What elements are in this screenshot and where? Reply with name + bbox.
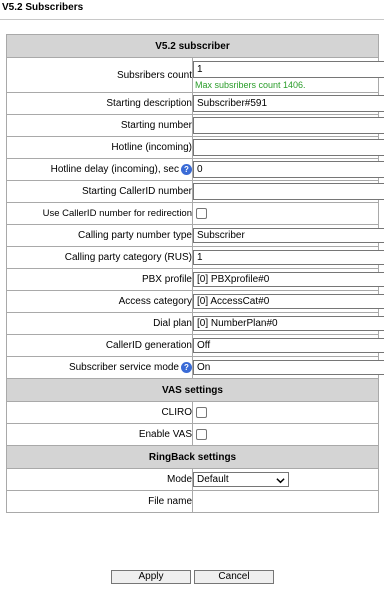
starting-number-input[interactable] — [193, 117, 384, 134]
subscribers-count-label: Subsribers count — [6, 57, 193, 93]
ringback-mode-value: Default — [197, 474, 229, 485]
enable-vas-checkbox[interactable] — [196, 428, 207, 440]
dial-plan-select[interactable]: [0] NumberPlan#0 — [193, 316, 384, 331]
subscriber-service-mode-label: Subscriber service mode — [68, 362, 179, 374]
file-name-value — [192, 490, 379, 513]
subscriber-service-mode-select[interactable]: On — [193, 360, 384, 375]
cancel-button[interactable]: Cancel — [194, 570, 274, 584]
use-callerid-redirection-checkbox[interactable] — [196, 207, 207, 219]
callerid-generation-value: Off — [197, 340, 211, 351]
page-title: V5.2 Subscribers — [2, 2, 84, 13]
settings-table: V5.2 subscriber Subsribers count Max sub… — [6, 34, 384, 513]
starting-description-input[interactable] — [193, 95, 384, 112]
callerid-generation-label: CallerID generation — [6, 334, 193, 357]
form-actions: Apply Cancel — [111, 570, 274, 584]
hotline-label: Hotline (incoming) — [6, 136, 193, 159]
section-header-ringback-settings: RingBack settings — [6, 445, 379, 469]
hotline-delay-label: Hotline delay (incoming), sec — [50, 164, 179, 176]
pbx-profile-select[interactable]: [0] PBXprofile#0 — [193, 272, 384, 287]
use-callerid-redirection-label: Use CallerID number for redirection — [6, 202, 193, 225]
apply-button[interactable]: Apply — [111, 570, 191, 584]
hotline-delay-label-cell: Hotline delay (incoming), sec? — [6, 158, 193, 181]
calling-party-category-value: 1 — [197, 252, 203, 263]
dial-plan-value: [0] NumberPlan#0 — [197, 318, 278, 329]
starting-callerid-input[interactable] — [193, 183, 384, 200]
hotline-delay-input[interactable] — [193, 161, 384, 178]
cliro-label: CLIRO — [6, 401, 193, 424]
subscriber-form: V5.2 subscriber Subsribers count Max sub… — [6, 34, 384, 513]
subscribers-count-cell: Max subsribers count 1406. — [192, 57, 384, 93]
cliro-checkbox[interactable] — [196, 406, 207, 418]
ringback-mode-select[interactable]: Default — [193, 472, 289, 487]
access-category-select[interactable]: [0] AccessCat#0 — [193, 294, 384, 309]
section-header-v52-subscriber: V5.2 subscriber — [6, 34, 379, 58]
starting-description-label: Starting description — [6, 92, 193, 115]
help-icon[interactable]: ? — [181, 361, 192, 373]
subscribers-count-input[interactable] — [193, 60, 384, 78]
ringback-mode-label: Mode — [6, 468, 193, 491]
subscriber-service-mode-value: On — [197, 362, 211, 373]
title-divider — [0, 19, 384, 20]
access-category-value: [0] AccessCat#0 — [197, 296, 270, 307]
calling-party-category-label: Calling party category (RUS) — [6, 246, 193, 269]
starting-number-label: Starting number — [6, 114, 193, 137]
pbx-profile-label: PBX profile — [6, 268, 193, 291]
calling-party-number-type-label: Calling party number type — [6, 224, 193, 247]
enable-vas-label: Enable VAS — [6, 423, 193, 446]
subscriber-service-mode-label-cell: Subscriber service mode? — [6, 356, 193, 379]
section-header-vas-settings: VAS settings — [6, 378, 379, 402]
access-category-label: Access category — [6, 290, 193, 313]
hotline-input[interactable] — [193, 139, 384, 156]
calling-party-number-type-value: Subscriber — [197, 230, 245, 241]
calling-party-category-select[interactable]: 1 — [193, 250, 384, 265]
callerid-generation-select[interactable]: Off — [193, 338, 384, 353]
chevron-down-icon — [276, 478, 285, 484]
subscribers-count-hint: Max subsribers count 1406. — [195, 79, 306, 90]
file-name-label: File name — [6, 490, 193, 513]
help-icon[interactable]: ? — [181, 163, 192, 175]
pbx-profile-value: [0] PBXprofile#0 — [197, 274, 270, 285]
dial-plan-label: Dial plan — [6, 312, 193, 335]
starting-callerid-label: Starting CallerID number — [6, 180, 193, 203]
calling-party-number-type-select[interactable]: Subscriber — [193, 228, 384, 243]
